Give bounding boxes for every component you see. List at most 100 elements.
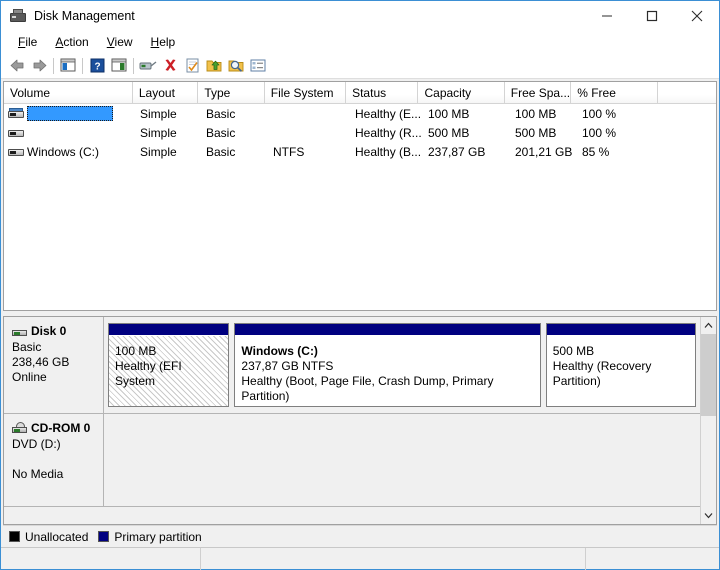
volume-icon (8, 146, 24, 158)
partition-efi-body: 100 MB Healthy (EFI System (109, 336, 228, 406)
column-header-percent-free[interactable]: % Free (571, 82, 658, 103)
partition-recovery[interactable]: 500 MB Healthy (Recovery Partition) (546, 323, 696, 407)
column-header-volume[interactable]: Volume (4, 82, 133, 103)
scroll-down-icon[interactable] (701, 507, 716, 524)
scrollbar-thumb[interactable] (701, 334, 717, 416)
partition-efi-bar (109, 324, 228, 336)
disk0-type: Basic (12, 340, 103, 355)
delete-icon[interactable] (159, 55, 181, 76)
cell-percent-free: 100 % (576, 123, 664, 142)
column-header-capacity[interactable]: Capacity (418, 82, 504, 103)
menu-help-label: H (151, 35, 160, 49)
disk0-info[interactable]: Disk 0 Basic 238,46 GB Online (4, 317, 104, 413)
column-header-status[interactable]: Status (346, 82, 418, 103)
volume-list-header: Volume Layout Type File System Status Ca… (4, 82, 716, 104)
cell-file-system: NTFS (267, 142, 349, 161)
show-hide-action-pane-icon[interactable] (108, 55, 130, 76)
volume-list-pane[interactable]: Volume Layout Type File System Status Ca… (3, 81, 717, 311)
menu-help[interactable]: Help (142, 33, 185, 51)
legend-label-primary-partition: Primary partition (114, 530, 201, 544)
help-icon[interactable]: ? (86, 55, 108, 76)
cell-volume[interactable] (4, 123, 134, 142)
menu-bar: File Action View Help (1, 31, 719, 53)
cell-type: Basic (200, 104, 267, 123)
partition-windows-c-body: Windows (C:) 237,87 GB NTFS Healthy (Boo… (235, 336, 539, 406)
disk0-name: Disk 0 (31, 324, 66, 339)
minimize-button[interactable] (584, 1, 629, 31)
disk-pane-scrollbar[interactable] (700, 317, 716, 524)
cell-percent-free: 85 % (576, 142, 664, 161)
checklist-icon[interactable] (181, 55, 203, 76)
disk-management-window: Disk Management File Action View Help (0, 0, 720, 570)
legend: Unallocated Primary partition (3, 525, 717, 547)
table-row[interactable]: Simple Basic Healthy (E... 100 MB 100 MB… (4, 104, 716, 123)
cdrom0-name: CD-ROM 0 (31, 421, 90, 436)
table-row[interactable]: Windows (C:) Simple Basic NTFS Healthy (… (4, 142, 716, 161)
disk-row-cdrom0[interactable]: CD-ROM 0 DVD (D:) No Media (4, 414, 700, 507)
drive-properties-icon[interactable] (137, 55, 159, 76)
disk-list: Disk 0 Basic 238,46 GB Online 100 MB (4, 317, 700, 524)
cell-free-space: 201,21 GB (509, 142, 576, 161)
cell-volume[interactable]: Windows (C:) (4, 142, 134, 161)
show-hide-console-tree-icon[interactable] (57, 55, 79, 76)
cell-type: Basic (200, 123, 267, 142)
toolbar-separator-1 (53, 58, 54, 74)
partition-windows-c[interactable]: Windows (C:) 237,87 GB NTFS Healthy (Boo… (234, 323, 540, 407)
partition-efi[interactable]: 100 MB Healthy (EFI System (108, 323, 229, 407)
status-segment-3 (586, 548, 719, 570)
cell-status: Healthy (E... (349, 104, 422, 123)
close-button[interactable] (674, 1, 719, 31)
toolbar: ? (1, 53, 719, 79)
content-area: Volume Layout Type File System Status Ca… (1, 79, 719, 547)
cdrom0-status: No Media (12, 467, 103, 482)
forward-arrow-icon[interactable] (28, 55, 50, 76)
legend-swatch-unallocated (9, 531, 20, 542)
column-header-layout[interactable]: Layout (133, 82, 198, 103)
cdrom0-type: DVD (D:) (12, 437, 103, 452)
cdrom0-empty-area (104, 414, 700, 506)
column-header-file-system[interactable]: File System (265, 82, 346, 103)
search-folder-icon[interactable] (225, 55, 247, 76)
svg-text:?: ? (94, 62, 100, 73)
toolbar-separator-3 (133, 58, 134, 74)
disk0-title: Disk 0 (12, 324, 103, 339)
partition-efi-status: Healthy (EFI System (115, 359, 222, 389)
cell-volume[interactable] (4, 104, 134, 123)
column-header-filler[interactable] (658, 82, 716, 103)
scrollbar-track[interactable] (701, 334, 716, 507)
partition-recovery-status: Healthy (Recovery Partition) (553, 359, 689, 389)
cell-percent-free: 100 % (576, 104, 664, 123)
cdrom0-spacer (12, 452, 103, 467)
cell-capacity: 100 MB (422, 104, 509, 123)
partition-efi-size: 100 MB (115, 344, 222, 359)
status-bar (1, 547, 719, 569)
partition-windows-c-size: 237,87 GB NTFS (241, 359, 533, 374)
partition-windows-c-bar (235, 324, 539, 336)
column-header-free-space[interactable]: Free Spa... (505, 82, 571, 103)
maximize-button[interactable] (629, 1, 674, 31)
menu-file[interactable]: File (9, 33, 46, 51)
export-folder-icon[interactable] (203, 55, 225, 76)
partition-recovery-bar (547, 324, 695, 336)
partition-windows-c-status: Healthy (Boot, Page File, Crash Dump, Pr… (241, 374, 533, 404)
cdrom0-info[interactable]: CD-ROM 0 DVD (D:) No Media (4, 414, 104, 506)
cell-layout: Simple (134, 104, 200, 123)
menu-action[interactable]: Action (46, 33, 97, 51)
cell-free-space: 100 MB (509, 104, 576, 123)
back-arrow-icon[interactable] (6, 55, 28, 76)
disk-row-disk0[interactable]: Disk 0 Basic 238,46 GB Online 100 MB (4, 317, 700, 414)
efi-volume-icon (8, 108, 24, 120)
cdrom0-title: CD-ROM 0 (12, 421, 103, 436)
scroll-up-icon[interactable] (701, 317, 716, 334)
table-row[interactable]: Simple Basic Healthy (R... 500 MB 500 MB… (4, 123, 716, 142)
properties-list-icon[interactable] (247, 55, 269, 76)
column-header-type[interactable]: Type (198, 82, 264, 103)
cell-capacity: 500 MB (422, 123, 509, 142)
menu-help-rest: elp (159, 35, 175, 49)
menu-view[interactable]: View (98, 33, 142, 51)
disk-management-icon (10, 8, 26, 24)
disk0-partitions: 100 MB Healthy (EFI System Windows (C:) … (104, 317, 700, 413)
cell-file-system (267, 104, 349, 123)
cell-capacity: 237,87 GB (422, 142, 509, 161)
cell-free-space: 500 MB (509, 123, 576, 142)
